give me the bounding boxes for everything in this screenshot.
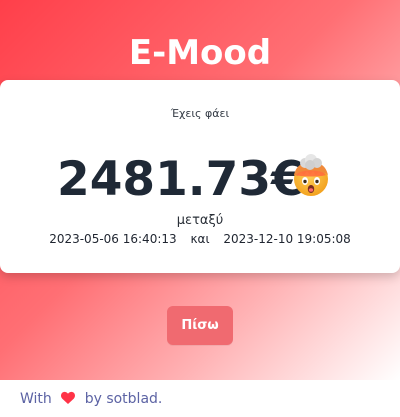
between-label: μεταξύ — [176, 213, 224, 228]
footer: With by sotblad. — [0, 380, 400, 417]
total-amount: 2481.73€ — [57, 152, 304, 207]
exploding-head-emoji-icon — [286, 151, 336, 201]
footer-prefix: With — [20, 391, 52, 407]
amount-row: 2481.73€ — [0, 150, 400, 210]
heart-icon-svg — [61, 391, 76, 404]
back-button[interactable]: Πίσω — [167, 306, 233, 345]
date-range: 2023-05-06 16:40:13 και 2023-12-10 19:05… — [0, 232, 400, 246]
page-title: E-Mood — [128, 33, 272, 73]
summary-card: Έχεις φάει 2481.73€ μεταξύ 2023-05-06 16… — [0, 80, 400, 273]
footer-credit: With by sotblad. — [20, 390, 162, 407]
date-connector: και — [190, 232, 210, 246]
card-subtitle: Έχεις φάει — [170, 107, 230, 120]
footer-suffix: by sotblad. — [84, 391, 163, 407]
heart-icon — [60, 390, 76, 406]
exploding-head-icon — [294, 154, 328, 196]
start-datetime: 2023-05-06 16:40:13 — [49, 232, 177, 246]
end-datetime: 2023-12-10 19:05:08 — [223, 232, 351, 246]
